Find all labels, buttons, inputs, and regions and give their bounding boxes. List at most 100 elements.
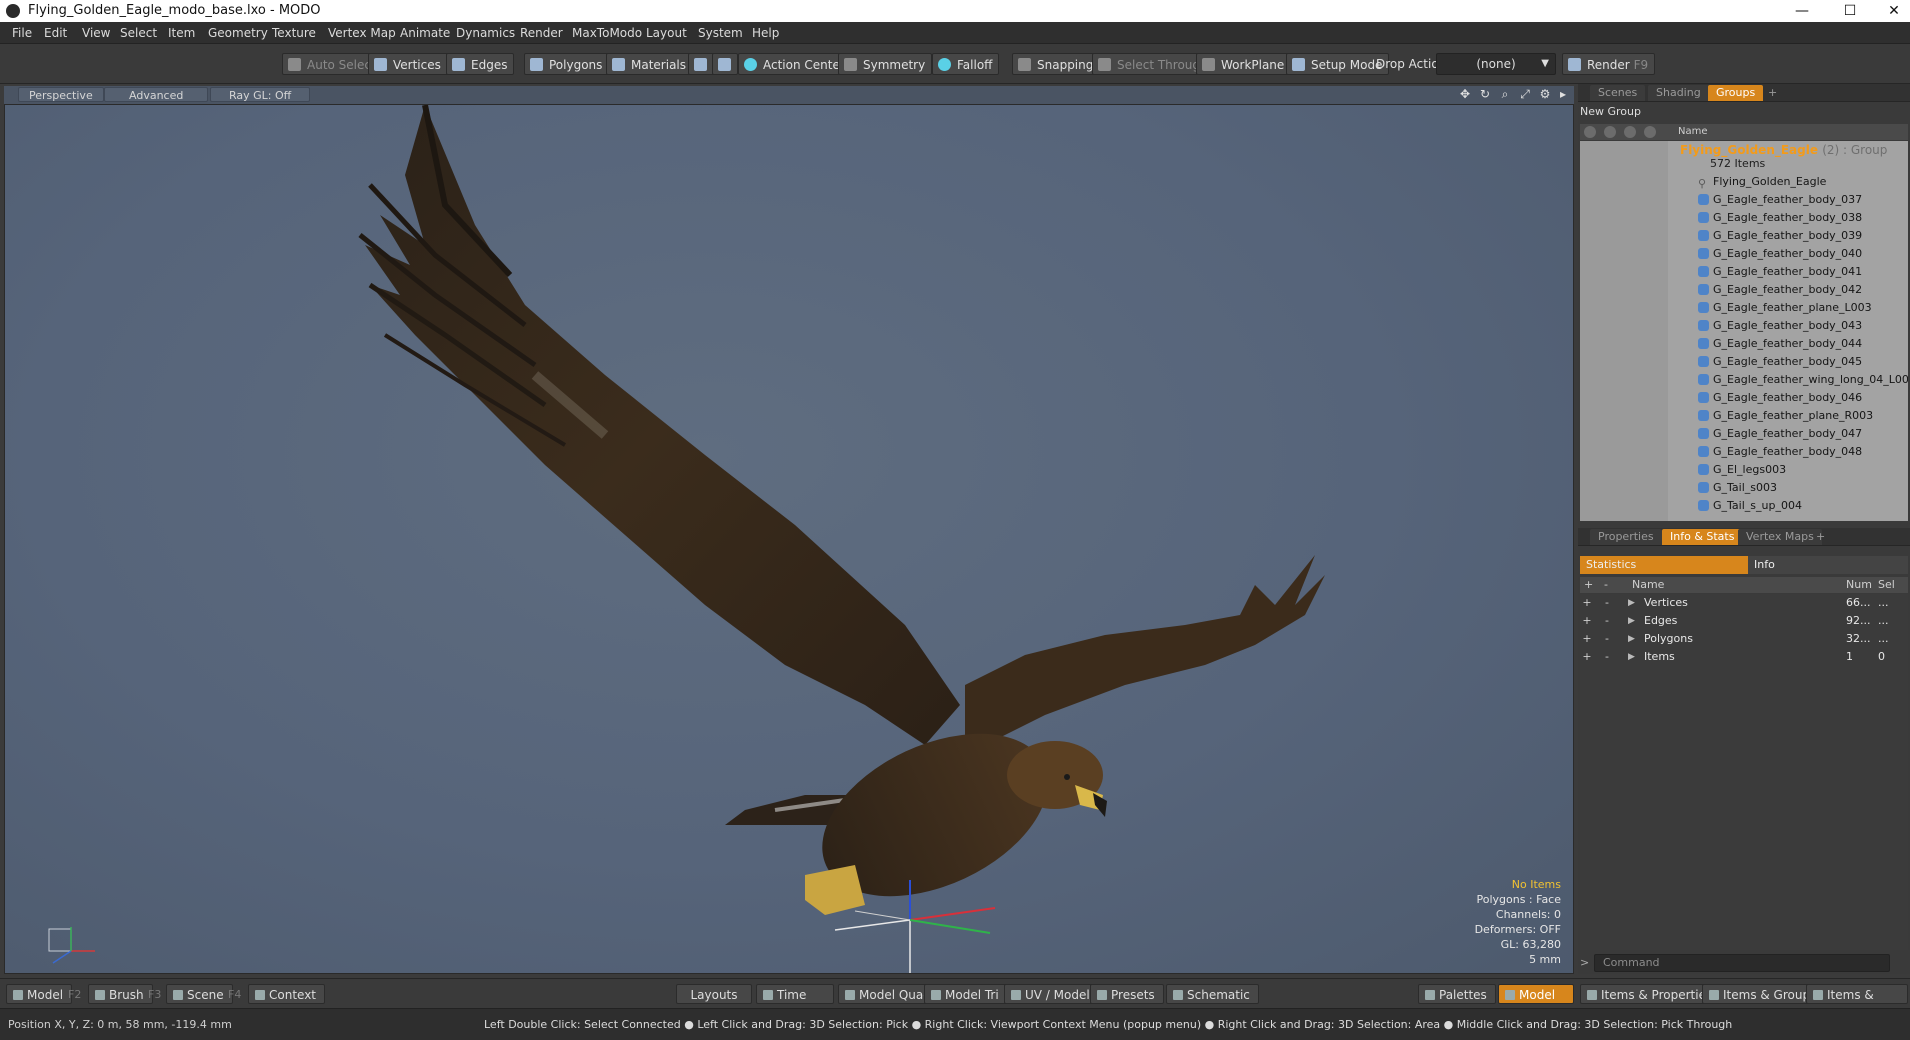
play-icon[interactable]: ▸ bbox=[1556, 87, 1570, 101]
menu-select[interactable]: Select bbox=[120, 26, 157, 40]
vertices-button[interactable]: Vertices bbox=[368, 53, 448, 75]
new-group-button[interactable]: New Group bbox=[1580, 104, 1660, 120]
collapse-minus-button[interactable]: - bbox=[1600, 594, 1614, 612]
raygl-tab[interactable]: Ray GL: Off bbox=[210, 87, 311, 102]
list-item[interactable]: G_Eagle_feather_body_043 bbox=[1698, 317, 1862, 335]
render-toggle-icon[interactable] bbox=[1604, 126, 1616, 138]
list-item[interactable]: G_Eagle_feather_plane_L003 bbox=[1698, 299, 1872, 317]
presets-button[interactable]: Presets bbox=[1090, 984, 1164, 1004]
triangle-right-icon[interactable]: ▶ bbox=[1628, 648, 1635, 666]
list-item[interactable]: G_Eagle_feather_body_046 bbox=[1698, 389, 1862, 407]
menu-texture[interactable]: Texture bbox=[272, 26, 316, 40]
rotate-icon[interactable]: ↻ bbox=[1478, 87, 1492, 101]
maximize-view-icon[interactable]: ⤢ bbox=[1518, 87, 1532, 101]
menu-edit[interactable]: Edit bbox=[44, 26, 67, 40]
zoom-icon[interactable]: ⌕ bbox=[1498, 87, 1512, 101]
menu-render[interactable]: Render bbox=[520, 26, 563, 40]
list-item[interactable]: G_Eagle_feather_body_038 bbox=[1698, 209, 1862, 227]
list-item[interactable]: G_Eagle_feather_body_040 bbox=[1698, 245, 1862, 263]
list-item[interactable]: G_Eagle_feather_body_039 bbox=[1698, 227, 1862, 245]
visibility-icon[interactable] bbox=[1584, 126, 1596, 138]
tab-groups[interactable]: Groups bbox=[1708, 85, 1764, 101]
workplane-button[interactable]: WorkPlane bbox=[1196, 53, 1292, 75]
maximize-button[interactable]: ☐ bbox=[1828, 0, 1872, 22]
symmetry-button[interactable]: Symmetry bbox=[838, 53, 933, 75]
table-row[interactable]: + - ▶ Edges 92... ... bbox=[1580, 612, 1908, 630]
render-button[interactable]: Render F9 bbox=[1562, 53, 1656, 75]
menu-system[interactable]: System bbox=[698, 26, 743, 40]
select-mode-b-button[interactable] bbox=[712, 53, 738, 75]
drop-action-select[interactable]: (none) ▼ bbox=[1436, 53, 1556, 75]
collapse-minus-button[interactable]: - bbox=[1600, 612, 1614, 630]
tab-properties[interactable]: Properties bbox=[1590, 529, 1662, 545]
command-input[interactable]: Command bbox=[1594, 954, 1890, 972]
scene-button[interactable]: Scene bbox=[166, 984, 233, 1004]
tab-shading[interactable]: Shading bbox=[1648, 85, 1709, 101]
table-row[interactable]: + - ▶ Vertices 66... ... bbox=[1580, 594, 1908, 612]
context-button[interactable]: Context bbox=[248, 984, 326, 1004]
select-toggle-icon[interactable] bbox=[1644, 126, 1656, 138]
model-layout-button[interactable]: Model bbox=[1498, 984, 1574, 1004]
select-mode-a-button[interactable] bbox=[688, 53, 714, 75]
list-item[interactable]: G_Eagle_feather_body_037 bbox=[1698, 191, 1862, 209]
table-row[interactable]: + - ▶ Items 1 0 bbox=[1580, 648, 1908, 666]
menu-maxtomodo[interactable]: MaxToModo bbox=[572, 26, 642, 40]
list-item[interactable]: ⚲ Flying_Golden_Eagle bbox=[1698, 173, 1826, 191]
menu-vertex-map[interactable]: Vertex Map bbox=[328, 26, 396, 40]
expand-plus-button[interactable]: + bbox=[1580, 648, 1594, 666]
palettes-button[interactable]: Palettes bbox=[1418, 984, 1496, 1004]
action-center-button[interactable]: Action Center bbox=[738, 53, 852, 75]
pan-icon[interactable]: ✥ bbox=[1458, 87, 1472, 101]
menu-dynamics[interactable]: Dynamics bbox=[456, 26, 515, 40]
uv-model-button[interactable]: UV / Model bbox=[1004, 984, 1099, 1004]
expand-plus-button[interactable]: + bbox=[1580, 612, 1594, 630]
menu-help[interactable]: Help bbox=[752, 26, 779, 40]
list-item[interactable]: G_Tail_s_up_004 bbox=[1698, 497, 1802, 515]
list-item[interactable]: G_Eagle_feather_body_041 bbox=[1698, 263, 1862, 281]
expand-plus-button[interactable]: + bbox=[1580, 630, 1594, 648]
tab-scenes[interactable]: Scenes bbox=[1590, 85, 1646, 101]
list-item[interactable]: G_Eagle_feather_body_045 bbox=[1698, 353, 1862, 371]
tab-statistics[interactable]: Statistics bbox=[1580, 556, 1748, 574]
collapse-minus-button[interactable]: - bbox=[1600, 630, 1614, 648]
polygons-button[interactable]: Polygons bbox=[524, 53, 610, 75]
collapse-minus-button[interactable]: - bbox=[1600, 648, 1614, 666]
model-tri-button[interactable]: Model Tri bbox=[924, 984, 1008, 1004]
tab-add[interactable]: + bbox=[1760, 85, 1785, 101]
list-item[interactable]: G_Eagle_feather_body_047 bbox=[1698, 425, 1862, 443]
lock-icon[interactable] bbox=[1624, 126, 1636, 138]
triangle-right-icon[interactable]: ▶ bbox=[1628, 630, 1635, 648]
advanced-tab[interactable]: Advanced bbox=[104, 87, 209, 102]
edges-button[interactable]: Edges bbox=[446, 53, 515, 75]
triangle-right-icon[interactable]: ▶ bbox=[1628, 612, 1635, 630]
snapping-button[interactable]: Snapping bbox=[1012, 53, 1101, 75]
layouts-button[interactable]: Layouts bbox=[676, 984, 752, 1004]
materials-button[interactable]: Materials bbox=[606, 53, 694, 75]
time-button[interactable]: Time bbox=[756, 984, 834, 1004]
schematic-button[interactable]: Schematic bbox=[1166, 984, 1259, 1004]
group-root[interactable]: Flying_Golden_Eagle (2) : Group bbox=[1680, 143, 1887, 157]
list-item[interactable]: G_Tail_s003 bbox=[1698, 479, 1777, 497]
list-item[interactable]: G_Eagle_feather_plane_R003 bbox=[1698, 407, 1873, 425]
table-row[interactable]: + - ▶ Polygons 32... ... bbox=[1580, 630, 1908, 648]
minimize-button[interactable]: — bbox=[1780, 0, 1824, 22]
menu-view[interactable]: View bbox=[82, 26, 110, 40]
menu-file[interactable]: File bbox=[12, 26, 32, 40]
list-item[interactable]: G_El_legs003 bbox=[1698, 461, 1786, 479]
list-item[interactable]: G_Eagle_feather_body_044 bbox=[1698, 335, 1862, 353]
gear-icon[interactable]: ⚙ bbox=[1538, 87, 1552, 101]
menu-geometry[interactable]: Geometry bbox=[208, 26, 268, 40]
menu-item[interactable]: Item bbox=[168, 26, 195, 40]
triangle-right-icon[interactable]: ▶ bbox=[1628, 594, 1635, 612]
list-item[interactable]: G_Eagle_feather_body_042 bbox=[1698, 281, 1862, 299]
items-properties-button[interactable]: Items & Properties bbox=[1580, 984, 1722, 1004]
tab-add-stats[interactable]: + bbox=[1808, 529, 1833, 545]
list-item[interactable]: G_Eagle_feather_wing_long_04_L003 bbox=[1698, 371, 1908, 389]
brush-button[interactable]: Brush bbox=[88, 984, 153, 1004]
tab-info-stats[interactable]: Info & Stats bbox=[1662, 529, 1743, 545]
model-button[interactable]: Model bbox=[6, 984, 73, 1004]
items-shading-button[interactable]: Items & Shading bbox=[1806, 984, 1908, 1022]
list-item[interactable]: G_Eagle_feather_body_048 bbox=[1698, 443, 1862, 461]
expand-plus-button[interactable]: + bbox=[1580, 594, 1594, 612]
3d-viewport[interactable]: No Items Polygons : Face Channels: 0 Def… bbox=[4, 104, 1574, 974]
